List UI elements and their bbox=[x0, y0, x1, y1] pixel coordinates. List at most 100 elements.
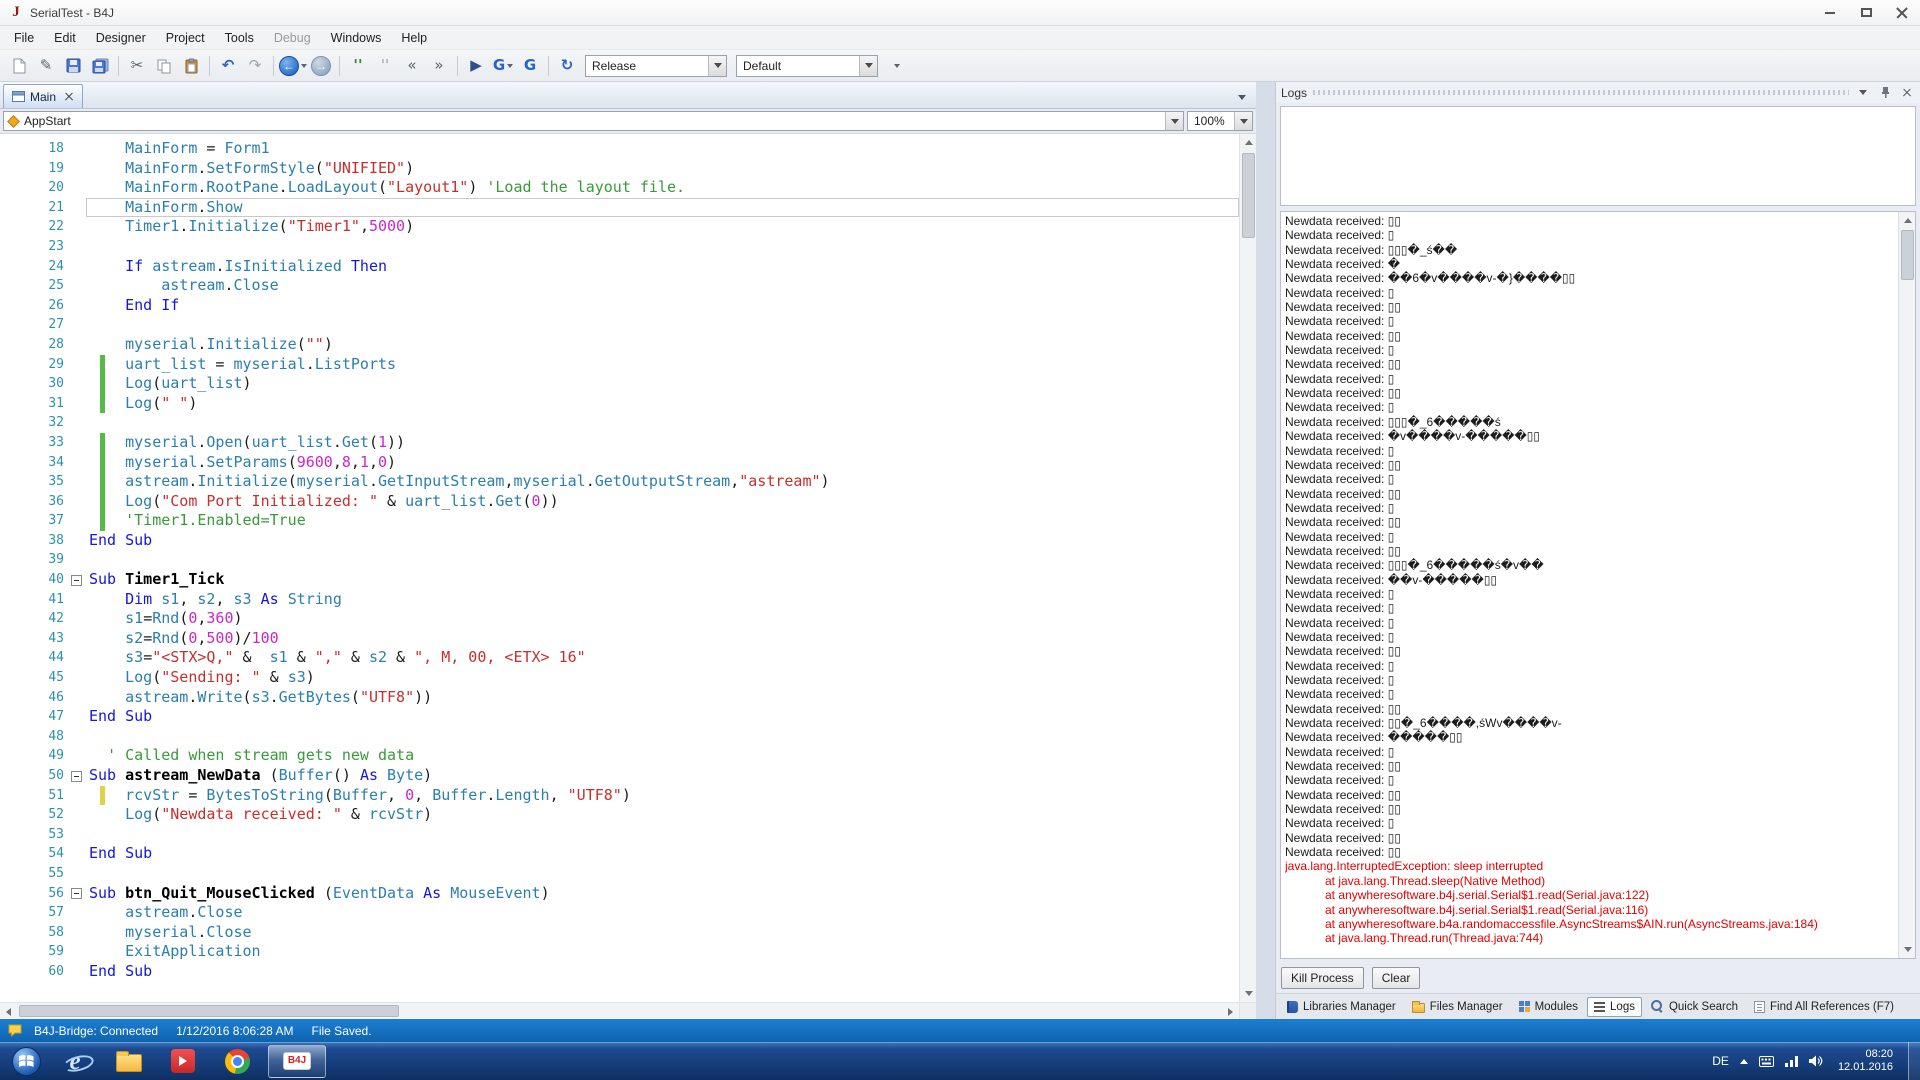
code-line[interactable]: 35 astream.Initialize(myserial.GetInputS… bbox=[0, 472, 1239, 492]
code-line[interactable]: 25 astream.Close bbox=[0, 276, 1239, 296]
uncomment-button[interactable]: '' bbox=[372, 53, 398, 79]
code-line[interactable]: 33 myserial.Open(uart_list.Get(1)) bbox=[0, 432, 1239, 453]
indent-button[interactable]: » bbox=[426, 53, 452, 79]
toolbar-overflow-button[interactable] bbox=[883, 53, 909, 79]
copy-button[interactable] bbox=[151, 53, 177, 79]
code-line[interactable]: 29 uart_list = myserial.ListPorts bbox=[0, 354, 1239, 375]
paste-button[interactable] bbox=[178, 53, 204, 79]
module-select[interactable]: AppStart bbox=[3, 111, 1184, 131]
redo-button[interactable]: ↷ bbox=[242, 53, 268, 79]
logs-filter-box[interactable] bbox=[1280, 106, 1916, 206]
code-line[interactable]: 45 Log("Sending: " & s3) bbox=[0, 668, 1239, 688]
refresh-button[interactable]: ↻ bbox=[554, 53, 580, 79]
code-line[interactable]: 57 astream.Close bbox=[0, 903, 1239, 923]
fold-collapse-icon[interactable] bbox=[71, 574, 82, 586]
code-line[interactable]: 48 bbox=[0, 727, 1239, 747]
menu-edit[interactable]: Edit bbox=[44, 28, 86, 48]
code-line[interactable]: 46 astream.Write(s3.GetBytes("UTF8")) bbox=[0, 688, 1239, 708]
code-line[interactable]: 32 bbox=[0, 413, 1239, 433]
logs-list[interactable]: Newdata received: ▯▯ Newdata received: ▯ N… bbox=[1280, 211, 1916, 959]
menu-tools[interactable]: Tools bbox=[215, 28, 264, 48]
new-button[interactable] bbox=[6, 53, 32, 79]
code-line[interactable]: 24 If astream.IsInitialized Then bbox=[0, 257, 1239, 277]
cut-button[interactable]: ✂ bbox=[124, 53, 150, 79]
code-line[interactable]: 43 s2=Rnd(0,500)/100 bbox=[0, 629, 1239, 649]
menu-windows[interactable]: Windows bbox=[321, 28, 392, 48]
taskbar-ie-button[interactable]: e bbox=[48, 1042, 102, 1080]
navigate-forward-button[interactable]: → bbox=[308, 53, 334, 79]
run-configuration-select[interactable]: Default bbox=[736, 54, 878, 77]
panel-drag-grip[interactable] bbox=[1313, 90, 1849, 95]
scroll-right-button[interactable] bbox=[1222, 1003, 1239, 1020]
horizontal-scroll-thumb[interactable] bbox=[19, 1005, 399, 1017]
menu-debug[interactable]: Debug bbox=[264, 28, 321, 48]
taskbar-b4j-window-button[interactable]: B4J bbox=[268, 1044, 326, 1078]
hidden-icons-chevron-icon[interactable] bbox=[1739, 1058, 1748, 1064]
clear-logs-button[interactable]: Clear bbox=[1371, 967, 1421, 989]
code-editor[interactable]: 18 MainForm = Form1 19 MainForm.SetFormSt… bbox=[0, 134, 1256, 1002]
code-line[interactable]: 21 MainForm.Show bbox=[0, 197, 1239, 218]
tab-close-icon[interactable] bbox=[64, 92, 74, 102]
dock-tab-modules[interactable]: Modules bbox=[1512, 997, 1585, 1017]
run-button[interactable]: ▶ bbox=[463, 53, 489, 79]
code-line[interactable]: 56 Sub btn_Quit_MouseClicked (EventData A… bbox=[0, 884, 1239, 904]
code-line[interactable]: 22 Timer1.Initialize("Timer1",5000) bbox=[0, 217, 1239, 237]
code-line[interactable]: 49 ' Called when stream gets new data bbox=[0, 746, 1239, 766]
code-line[interactable]: 53 bbox=[0, 825, 1239, 845]
dock-tab-quick-search[interactable]: Quick Search bbox=[1644, 996, 1745, 1017]
navigate-back-button[interactable]: ← bbox=[279, 53, 307, 79]
code-line[interactable]: 30 Log(uart_list) bbox=[0, 374, 1239, 394]
maximize-button[interactable] bbox=[1848, 0, 1884, 25]
code-line[interactable]: 23 bbox=[0, 237, 1239, 257]
code-line[interactable]: 51 rcvStr = BytesToString(Buffer, 0, Buf… bbox=[0, 785, 1239, 806]
taskbar-clock[interactable]: 08:20 12.01.2016 bbox=[1834, 1048, 1897, 1075]
menu-designer[interactable]: Designer bbox=[86, 28, 156, 48]
goto-next-button[interactable]: G bbox=[490, 53, 516, 79]
tab-main[interactable]: Main bbox=[3, 84, 84, 108]
zoom-select[interactable]: 100% bbox=[1187, 111, 1253, 131]
logs-scroll-thumb[interactable] bbox=[1901, 230, 1914, 280]
code-line[interactable]: 36 Log("Com Port Initialized: " & uart_l… bbox=[0, 491, 1239, 512]
code-line[interactable]: 50 Sub astream_NewData (Buffer() As Byte) bbox=[0, 766, 1239, 786]
code-line[interactable]: 58 myserial.Close bbox=[0, 923, 1239, 943]
code-line[interactable]: 41 Dim s1, s2, s3 As String bbox=[0, 590, 1239, 610]
tab-list-dropdown-icon[interactable] bbox=[1238, 95, 1246, 100]
start-button[interactable] bbox=[4, 1042, 48, 1080]
code-line[interactable]: 55 bbox=[0, 864, 1239, 884]
goto-previous-button[interactable]: G bbox=[517, 53, 543, 79]
code-line[interactable]: 40 Sub Timer1_Tick bbox=[0, 570, 1239, 590]
dock-tab-logs[interactable]: Logs bbox=[1587, 996, 1642, 1017]
code-line[interactable]: 42 s1=Rnd(0,360) bbox=[0, 609, 1239, 629]
code-line[interactable]: 34 myserial.SetParams(9600,8,1,0) bbox=[0, 452, 1239, 473]
scroll-down-button[interactable] bbox=[1240, 985, 1256, 1002]
vertical-scroll-thumb[interactable] bbox=[1242, 153, 1255, 238]
code-line[interactable]: 60 End Sub bbox=[0, 962, 1239, 982]
menu-help[interactable]: Help bbox=[391, 28, 437, 48]
code-line[interactable]: 20 MainForm.RootPane.LoadLayout("Layout1… bbox=[0, 178, 1239, 198]
menu-project[interactable]: Project bbox=[156, 28, 215, 48]
fold-collapse-icon[interactable] bbox=[71, 770, 82, 782]
designer-button[interactable]: ✎ bbox=[33, 53, 59, 79]
network-icon[interactable] bbox=[1784, 1055, 1798, 1067]
show-desktop-button[interactable] bbox=[1908, 1042, 1920, 1080]
undo-button[interactable]: ↶ bbox=[215, 53, 241, 79]
code-line[interactable]: 18 MainForm = Form1 bbox=[0, 139, 1239, 159]
logs-vertical-scrollbar[interactable] bbox=[1898, 212, 1915, 958]
code-line[interactable]: 59 ExitApplication bbox=[0, 942, 1239, 962]
code-line[interactable]: 37 'Timer1.Enabled=True bbox=[0, 511, 1239, 531]
dock-tab-files-manager[interactable]: Files Manager bbox=[1405, 997, 1510, 1017]
dock-tab-find-all-references-f7[interactable]: Find All References (F7) bbox=[1747, 997, 1901, 1017]
code-line[interactable]: 27 bbox=[0, 315, 1239, 335]
taskbar-explorer-button[interactable] bbox=[102, 1042, 156, 1080]
outdent-button[interactable]: « bbox=[399, 53, 425, 79]
scroll-left-button[interactable] bbox=[0, 1003, 17, 1020]
taskbar-media-button[interactable] bbox=[156, 1042, 210, 1080]
code-line[interactable]: 52 Log("Newdata received: " & rcvStr) bbox=[0, 805, 1239, 825]
save-button[interactable] bbox=[60, 53, 86, 79]
code-line[interactable]: 39 bbox=[0, 550, 1239, 570]
panel-close-button[interactable] bbox=[1899, 85, 1915, 101]
taskbar-chrome-button[interactable] bbox=[210, 1042, 264, 1080]
build-configuration-select[interactable]: Release bbox=[585, 54, 727, 77]
minimize-button[interactable] bbox=[1812, 0, 1848, 25]
editor-horizontal-scrollbar[interactable] bbox=[0, 1002, 1256, 1020]
